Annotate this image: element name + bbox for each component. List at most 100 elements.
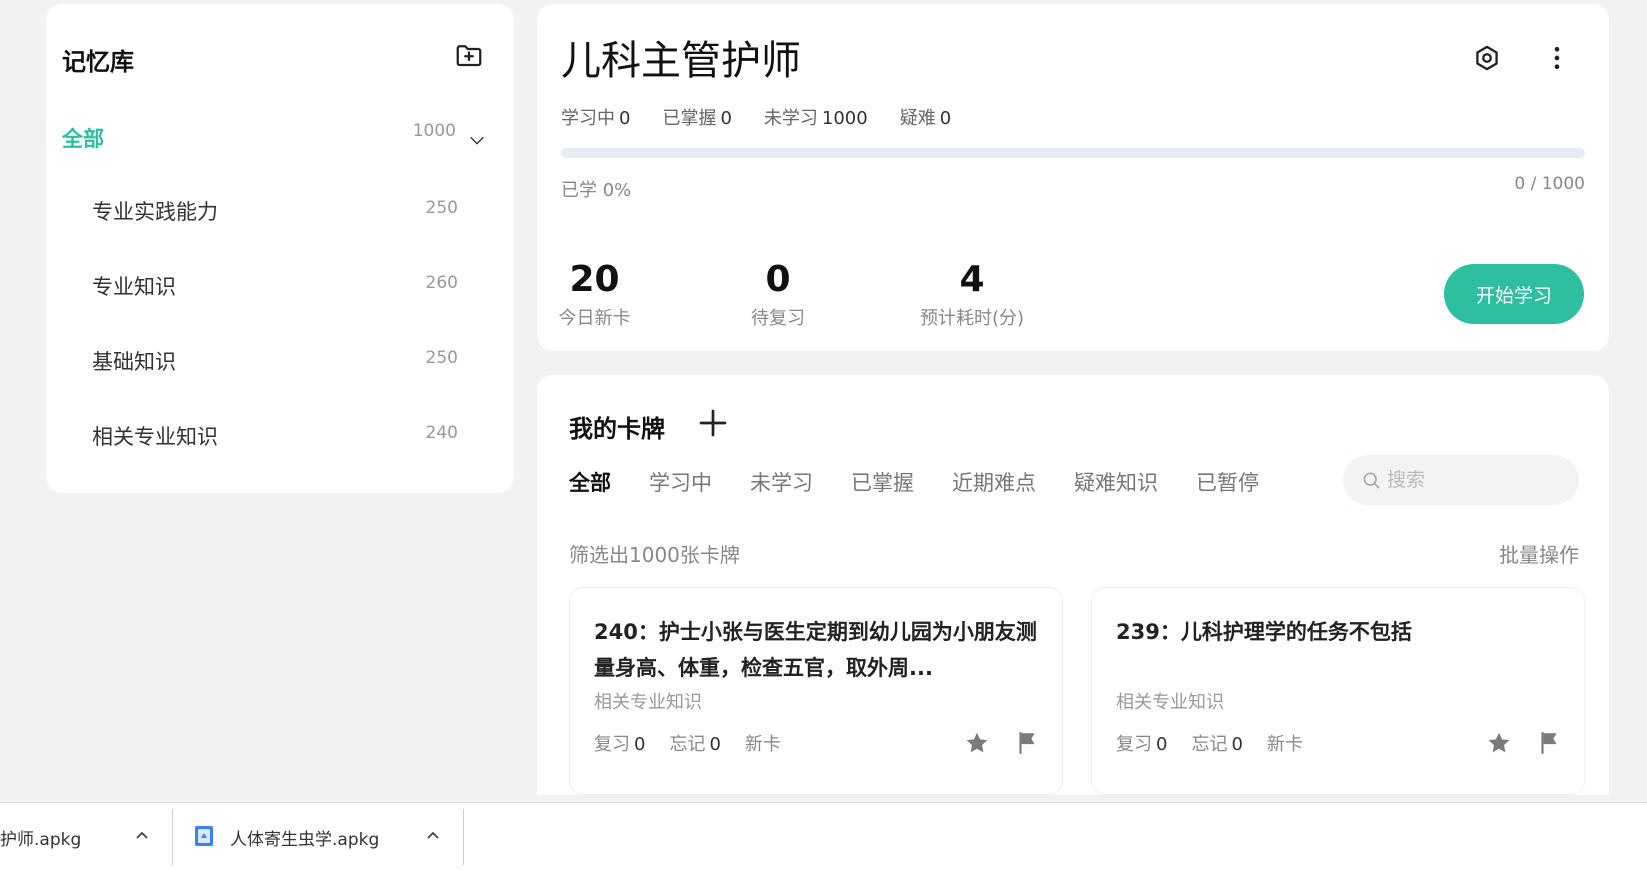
deck-overview-card: 儿科主管护师 学习中 0 已掌握 0 未学习 1000 疑难 0 已学 0% 0 / 1… (537, 4, 1609, 351)
est-time-stat: 4 预计耗时(分) (897, 260, 1047, 330)
card-forget-count: 忘记 0 (1191, 730, 1242, 756)
search-input[interactable] (1387, 465, 1567, 495)
card-review-count: 复习 0 (594, 730, 645, 756)
sidebar-item-all[interactable]: 全部 1000 (46, 117, 514, 157)
stat-caption: 预计耗时(分) (919, 307, 1025, 329)
filter-summary: 筛选出1000张卡牌 (569, 543, 740, 567)
meta-value: 0 (634, 734, 646, 755)
meta-label: 复习 (1116, 734, 1152, 755)
start-learning-button[interactable]: 开始学习 (1444, 264, 1584, 324)
star-icon[interactable] (964, 730, 990, 756)
chevron-up-icon[interactable] (134, 827, 150, 843)
stat-unlearned: 未学习 1000 (764, 104, 868, 130)
progress-label: 已学 0% (561, 180, 632, 201)
card-item[interactable]: 239：儿科护理学的任务不包括 相关专业知识 复习 0 忘记 0 新卡 (1091, 587, 1585, 795)
stat-learning: 学习中 0 (561, 104, 630, 130)
card-review-count: 复习 0 (1116, 730, 1167, 756)
download-filename: 护师.apkg (0, 830, 82, 850)
sidebar-item-deck[interactable]: 专业知识 260 (46, 265, 514, 305)
card-item[interactable]: 240：护士小张与医生定期到幼儿园为小朋友测量身高、体重，检查五官，取外周...… (569, 587, 1063, 795)
add-card-icon[interactable] (695, 405, 731, 441)
sidebar-item-label: 专业实践能力 (92, 200, 218, 224)
sidebar-item-label: 相关专业知识 (92, 425, 218, 449)
sidebar-item-label: 全部 (62, 127, 104, 151)
stat-value: 1000 (821, 108, 868, 129)
tab-all[interactable]: 全部 (569, 467, 611, 497)
download-bar: 护师.apkg 人体寄生虫学.apkg (0, 802, 1647, 870)
search-box[interactable] (1343, 455, 1579, 505)
flag-icon[interactable] (1536, 730, 1562, 756)
stat-label: 学习中 (561, 108, 615, 129)
download-filename: 人体寄生虫学.apkg (230, 830, 380, 850)
sidebar-item-count: 250 (425, 348, 458, 368)
sidebar-item-count: 250 (425, 198, 458, 218)
card-meta: 复习 0 忘记 0 新卡 (1116, 730, 1303, 756)
stat-mastered: 已掌握 0 (662, 104, 731, 130)
stat-number: 0 (765, 259, 791, 300)
settings-icon[interactable] (1473, 44, 1501, 72)
tab-paused[interactable]: 已暂停 (1196, 467, 1259, 497)
stat-caption: 今日新卡 (558, 307, 631, 329)
download-divider (463, 809, 464, 865)
sidebar-item-deck[interactable]: 相关专业知识 240 (46, 415, 514, 455)
card-status: 新卡 (744, 734, 781, 755)
meta-value: 0 (1156, 734, 1168, 755)
download-item[interactable]: 护师.apkg (0, 803, 172, 870)
sidebar-title: 记忆库 (62, 48, 134, 76)
stat-label: 疑难 (899, 108, 936, 129)
card-question: 239：儿科护理学的任务不包括 (1116, 620, 1412, 644)
flag-icon[interactable] (1014, 730, 1040, 756)
card-status: 新卡 (1266, 734, 1303, 755)
deck-title: 儿科主管护师 (561, 38, 801, 84)
meta-value: 0 (709, 734, 721, 755)
file-icon (195, 826, 213, 846)
meta-label: 忘记 (1191, 734, 1228, 755)
sidebar-item-count: 1000 (412, 121, 456, 141)
stat-caption: 待复习 (751, 307, 805, 329)
stat-label: 未学习 (763, 108, 818, 129)
stat-value: 0 (939, 108, 952, 129)
card-meta: 复习 0 忘记 0 新卡 (594, 730, 781, 756)
deck-stats-line: 学习中 0 已掌握 0 未学习 1000 疑难 0 (561, 104, 951, 130)
stat-label: 已掌握 (662, 108, 717, 129)
search-icon (1363, 472, 1380, 489)
sidebar-item-label: 专业知识 (92, 275, 176, 299)
meta-label: 忘记 (669, 734, 706, 755)
sidebar-item-label: 基础知识 (92, 350, 176, 374)
stat-number: 20 (569, 259, 620, 300)
download-item[interactable]: 人体寄生虫学.apkg (173, 803, 463, 870)
card-forget-count: 忘记 0 (669, 730, 720, 756)
stat-number: 4 (959, 259, 985, 300)
stat-value: 0 (720, 108, 732, 129)
batch-operation-button[interactable]: 批量操作 (1499, 539, 1579, 568)
card-category: 相关专业知识 (594, 692, 702, 713)
memory-library-sidebar: 记忆库 全部 1000 专业实践能力 250 专业知识 260 基础知识 250… (46, 4, 514, 493)
stat-value: 0 (619, 108, 631, 129)
sidebar-item-count: 240 (425, 423, 458, 443)
sidebar-item-deck[interactable]: 基础知识 250 (46, 340, 514, 380)
add-folder-icon[interactable] (454, 40, 484, 70)
chevron-up-icon[interactable] (425, 827, 441, 843)
my-cards-panel: 我的卡牌 全部 学习中 未学习 已掌握 近期难点 疑难知识 已暂停 筛选出100… (537, 375, 1609, 795)
meta-value: 0 (1231, 734, 1243, 755)
sidebar-item-deck[interactable]: 专业实践能力 250 (46, 190, 514, 230)
progress-bar (561, 148, 1585, 158)
to-review-stat: 0 待复习 (723, 260, 833, 330)
tab-difficult-knowledge[interactable]: 疑难知识 (1074, 467, 1158, 497)
star-icon[interactable] (1486, 730, 1512, 756)
cards-section-title: 我的卡牌 (569, 415, 665, 443)
stat-difficult: 疑难 0 (900, 104, 951, 130)
tab-unlearned[interactable]: 未学习 (750, 467, 813, 497)
sidebar-item-count: 260 (425, 273, 458, 293)
card-category: 相关专业知识 (1116, 692, 1224, 713)
meta-label: 复习 (594, 734, 630, 755)
tab-mastered[interactable]: 已掌握 (851, 467, 914, 497)
card-question: 240：护士小张与医生定期到幼儿园为小朋友测量身高、体重，检查五官，取外周... (594, 620, 1037, 680)
progress-count: 0 / 1000 (1514, 174, 1585, 194)
more-options-icon[interactable] (1543, 44, 1571, 72)
tab-recent-difficult[interactable]: 近期难点 (952, 467, 1036, 497)
tab-learning[interactable]: 学习中 (649, 467, 712, 497)
today-new-stat: 20 今日新卡 (537, 260, 652, 330)
chevron-down-icon[interactable] (468, 131, 486, 149)
card-filter-tabs: 全部 学习中 未学习 已掌握 近期难点 疑难知识 已暂停 (569, 467, 1259, 497)
